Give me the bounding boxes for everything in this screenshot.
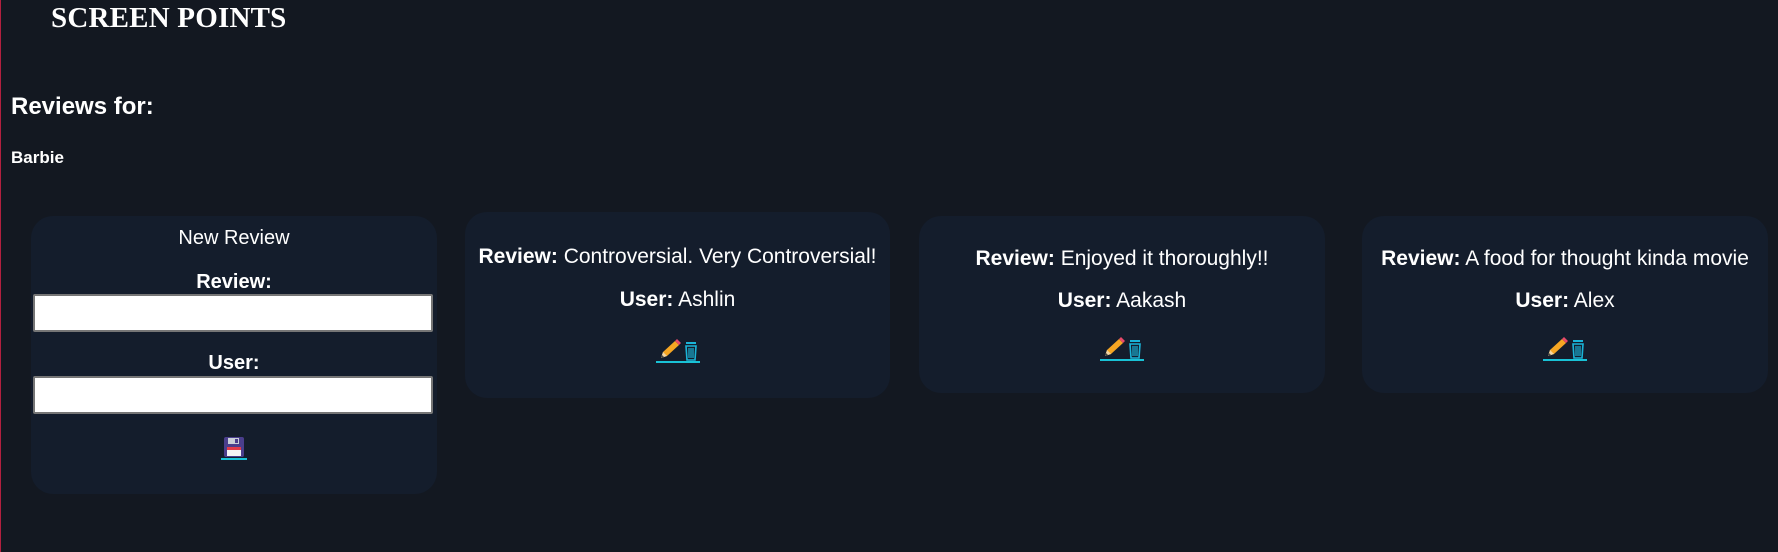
review-card: Review: Controversial. Very Controversia… [465, 212, 890, 398]
floppy-disk-icon [223, 437, 245, 461]
review-field-label: Review: [196, 271, 272, 293]
user-name: Alex [1573, 289, 1615, 312]
review-text-line: Review: Enjoyed it thoroughly!! [919, 247, 1325, 271]
review-text-line: Review: Controversial. Very Controversia… [465, 245, 890, 269]
user-input[interactable] [33, 376, 433, 414]
user-label: User: [1515, 289, 1570, 312]
delete-review-button[interactable] [684, 341, 698, 361]
review-card: Review: A food for thought kinda movie U… [1362, 216, 1768, 393]
review-label: Review: [975, 247, 1055, 270]
review-user-line: User: Alex [1362, 289, 1768, 313]
new-review-title: New Review [178, 227, 290, 249]
movie-title: Barbie [11, 148, 64, 167]
save-review-button[interactable] [221, 436, 247, 460]
review-text: A food for thought kinda movie [1465, 247, 1749, 270]
trash-icon [684, 342, 698, 364]
user-label: User: [1057, 289, 1112, 312]
user-field-label: User: [208, 352, 260, 374]
pencil-icon [1102, 337, 1126, 362]
review-label: Review: [1381, 247, 1461, 270]
review-user-line: User: Aakash [919, 289, 1325, 313]
review-card: Review: Enjoyed it thoroughly!! User: Aa… [919, 216, 1325, 393]
review-text: Enjoyed it thoroughly!! [1060, 247, 1269, 270]
review-actions [465, 339, 890, 363]
review-text-line: Review: A food for thought kinda movie [1362, 247, 1768, 271]
review-user-line: User: Ashlin [465, 288, 890, 312]
trash-icon [1571, 340, 1585, 362]
delete-review-button[interactable] [1571, 339, 1585, 359]
edit-review-button[interactable] [1545, 337, 1569, 359]
new-review-card: New Review Review: User: [31, 216, 437, 494]
review-actions [1362, 337, 1768, 361]
brand-title: SCREEN POINTS [51, 2, 287, 34]
delete-review-button[interactable] [1128, 339, 1142, 359]
edit-review-button[interactable] [658, 339, 682, 361]
user-name: Aakash [1116, 289, 1187, 312]
edit-review-button[interactable] [1102, 337, 1126, 359]
review-text: Controversial. Very Controversial! [563, 245, 877, 268]
user-label: User: [619, 288, 674, 311]
reviews-for-heading: Reviews for: [11, 93, 154, 120]
pencil-icon [1545, 337, 1569, 362]
user-name: Ashlin [678, 288, 736, 311]
review-actions [919, 337, 1325, 361]
pencil-icon [658, 339, 682, 364]
review-input[interactable] [33, 294, 433, 332]
review-label: Review: [478, 245, 558, 268]
trash-icon [1128, 340, 1142, 362]
